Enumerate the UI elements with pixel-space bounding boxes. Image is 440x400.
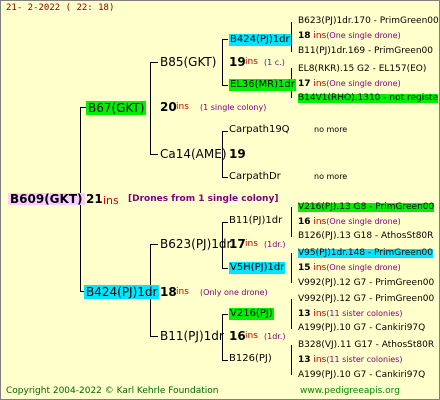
g1-bot-connector — [150, 244, 158, 245]
root-queen[interactable]: B609(GKT) — [8, 193, 85, 205]
g3-connector — [291, 22, 292, 52]
g3-node[interactable]: B126(PJ) — [229, 354, 272, 364]
dam-bottom-count: 18 — [160, 285, 177, 299]
g2-connector — [222, 39, 223, 85]
root-count: 21 — [86, 192, 103, 206]
g3-connector — [291, 299, 292, 329]
g2-count: 17 — [229, 237, 246, 251]
g3-node[interactable]: EL36(MR)1dr — [229, 79, 296, 91]
g3-note: no more — [314, 125, 348, 134]
g4-line[interactable]: V216(PJ).13 G8 - PrimGreen00 — [298, 203, 435, 212]
g2-count: 19 — [229, 147, 246, 161]
g3-node[interactable]: B11(PJ)1dr — [229, 216, 282, 226]
sire-top-note: (1 single colony) — [200, 103, 267, 112]
g1-bot-connector — [150, 336, 158, 337]
g2-ins: ins — [245, 331, 258, 341]
g4-line[interactable]: V95(PJ)1dr.148 - PrimGreen00 — [298, 249, 433, 258]
g2-note: (1dr.) — [264, 332, 286, 341]
g4-line[interactable]: B623(PJ)1dr.170 - PrimGreen00 — [298, 17, 439, 26]
g3-connector — [291, 253, 292, 283]
g3-connector — [291, 207, 292, 237]
g1-top-connector — [150, 62, 158, 63]
sire-top-ins: ins — [176, 102, 189, 112]
g2-connector — [222, 222, 228, 223]
sire-top[interactable]: B67(GKT) — [86, 101, 147, 115]
g2-connector — [222, 177, 228, 178]
dam-bottom-ins: ins — [176, 287, 189, 297]
g3-node[interactable]: CarpathDr — [229, 172, 281, 182]
g3-node[interactable]: V5H(PJ)1dr — [229, 262, 286, 274]
g4-line[interactable]: A199(PJ).10 G7 - Cankiri97Q — [298, 324, 425, 333]
g3-node[interactable]: B424(PJ)1dr — [229, 34, 291, 46]
g3-ins: ins — [245, 57, 258, 67]
g2-connector — [222, 314, 228, 315]
g2-count: 16 — [229, 329, 246, 343]
footer-copyright: Copyright 2004-2022 © Karl Kehrle Founda… — [6, 386, 219, 396]
g3-connector — [291, 345, 292, 375]
g4-line[interactable]: B126(PJ).13 G18 - AthosSt80R — [298, 232, 433, 241]
g3-note: (1 c.) — [264, 58, 285, 67]
timestamp: 21- 2-2022 ( 22: 18) — [6, 3, 115, 13]
g2-connector — [222, 39, 228, 40]
sire-top-count: 20 — [160, 100, 177, 114]
footer-site-link[interactable]: www.pedigreeapis.org — [300, 387, 400, 396]
g4-line[interactable]: B328(VJ).11 G17 - AthosSt80R — [298, 341, 434, 350]
g4-line[interactable]: V992(PJ).12 G7 - PrimGreen00 — [298, 279, 434, 288]
g3-note: no more — [314, 172, 348, 181]
dam-bottom-note: (Only one drone) — [200, 288, 268, 297]
g4-line[interactable]: V992(PJ).12 G7 - PrimGreen00 — [298, 295, 434, 304]
g2-node[interactable]: B85(GKT) — [160, 56, 216, 68]
g2-ins: ins — [245, 239, 258, 249]
g2-node[interactable]: B623(PJ)1dr — [160, 238, 231, 250]
g4-line[interactable]: A199(PJ).10 G7 - Cankiri97Q — [298, 371, 425, 380]
g2-node[interactable]: B11(PJ)1dr — [160, 330, 224, 342]
g2-connector — [222, 131, 228, 132]
g1-top-connector — [150, 62, 151, 154]
g1-top-connector — [150, 154, 158, 155]
g2-note: (1dr.) — [264, 240, 286, 249]
g3-node[interactable]: V216(PJ) — [229, 308, 274, 320]
g4-line[interactable]: B11(PJ)1dr.169 - PrimGreen00 — [298, 47, 433, 56]
root-note: [Drones from 1 single colony] — [128, 194, 279, 204]
g2-node[interactable]: Ca14(AME) — [160, 148, 227, 160]
g4-line[interactable]: B14V1(RHO).1310 - not registe — [298, 94, 438, 103]
g2-connector — [222, 85, 228, 86]
g4-line[interactable]: EL8(RKR).15 G2 - EL157(EO) — [298, 65, 426, 74]
dam-bottom[interactable]: B424(PJ)1dr — [84, 285, 160, 299]
g3-node[interactable]: Carpath19Q — [229, 125, 290, 135]
g2-connector — [222, 360, 228, 361]
root-ins: ins — [103, 194, 119, 207]
g2-connector — [222, 268, 228, 269]
g3-count: 19 — [229, 55, 246, 69]
